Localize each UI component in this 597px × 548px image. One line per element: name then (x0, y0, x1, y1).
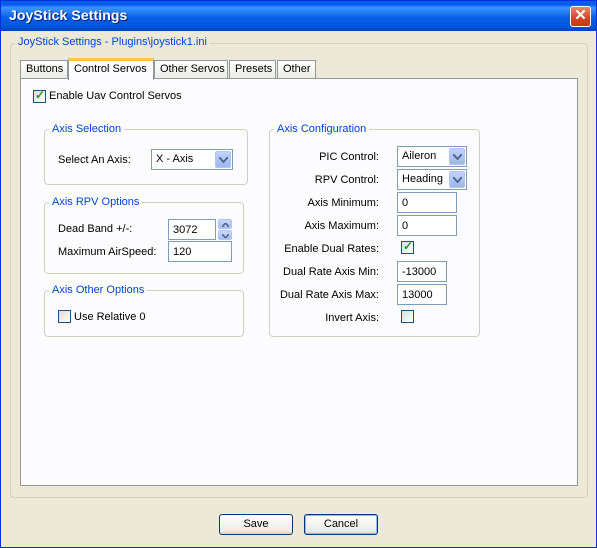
chevron-down-icon[interactable] (449, 148, 465, 165)
pic-control-label: PIC Control: (319, 151, 379, 163)
tab-presets[interactable]: Presets (229, 60, 276, 79)
select-axis-label: Select An Axis: (58, 154, 131, 166)
pic-control-dropdown[interactable]: Aileron (397, 146, 467, 167)
control-servos-page: ✓ Enable Uav Control Servos Axis Selecti… (20, 78, 578, 486)
close-button[interactable]: ✕ (570, 6, 591, 27)
chevron-up-icon[interactable] (218, 219, 232, 229)
deadband-label: Dead Band +/-: (58, 223, 133, 235)
dual-rate-min-label: Dual Rate Axis Min: (283, 266, 379, 278)
close-icon: ✕ (574, 7, 587, 24)
enable-uav-checkbox[interactable]: ✓ (33, 88, 46, 103)
rpv-control-dropdown[interactable]: Heading (397, 169, 467, 190)
window-title: JoyStick Settings (9, 7, 128, 23)
checkmark-icon: ✓ (35, 88, 46, 102)
axis-minimum-value: 0 (402, 197, 409, 209)
chevron-down-icon[interactable] (218, 230, 232, 240)
pic-control-value: Aileron (402, 150, 437, 162)
deadband-value: 3072 (173, 224, 198, 236)
axis-rpv-legend: Axis RPV Options (49, 196, 143, 208)
airspeed-label: Maximum AirSpeed: (58, 246, 157, 258)
checkmark-icon: ✓ (403, 239, 414, 253)
use-relative-label: Use Relative 0 (74, 311, 146, 323)
dual-rate-max-label: Dual Rate Axis Max: (279, 289, 379, 301)
title-bar[interactable]: JoyStick Settings ✕ (1, 1, 596, 31)
tab-other-servos[interactable]: Other Servos (154, 60, 228, 79)
settings-group-title: JoyStick Settings - Plugins\joystick1.in… (15, 36, 210, 48)
chevron-down-icon[interactable] (449, 171, 465, 188)
tab-control-servos[interactable]: Control Servos (68, 58, 154, 80)
enable-uav-label: Enable Uav Control Servos (49, 90, 182, 102)
select-axis-dropdown[interactable]: X - Axis (151, 149, 233, 170)
rpv-control-value: Heading (402, 173, 443, 185)
dual-rate-max-input[interactable]: 13000 (397, 284, 447, 305)
airspeed-value: 120 (173, 246, 192, 258)
airspeed-input[interactable]: 120 (168, 241, 232, 262)
axis-other-legend: Axis Other Options (49, 284, 148, 296)
cancel-button[interactable]: Cancel (304, 514, 378, 535)
deadband-spinner[interactable] (218, 219, 232, 240)
axis-maximum-input[interactable]: 0 (397, 215, 457, 236)
dual-rates-checkbox[interactable]: ✓ (401, 239, 414, 254)
cancel-button-label: Cancel (323, 518, 359, 530)
dual-rates-label: Enable Dual Rates: (284, 243, 379, 255)
axis-selection-legend: Axis Selection (49, 123, 125, 135)
save-button[interactable]: Save (219, 514, 293, 535)
dual-rate-min-value: -13000 (402, 266, 437, 278)
use-relative-checkbox[interactable] (58, 310, 71, 323)
select-axis-value: X - Axis (156, 153, 194, 165)
axis-minimum-label: Axis Minimum: (307, 197, 379, 209)
save-button-label: Save (243, 518, 269, 530)
dual-rate-max-value: 13000 (402, 289, 433, 301)
tab-buttons[interactable]: Buttons (20, 60, 68, 79)
joystick-settings-window: JoyStick Settings ✕ JoyStick Settings - … (0, 0, 597, 548)
axis-configuration-legend: Axis Configuration (274, 123, 370, 135)
axis-maximum-label: Axis Maximum: (304, 220, 379, 232)
rpv-control-label: RPV Control: (314, 174, 379, 186)
invert-axis-checkbox[interactable] (401, 310, 414, 323)
invert-axis-label: Invert Axis: (325, 312, 379, 324)
dual-rate-min-input[interactable]: -13000 (397, 261, 447, 282)
chevron-down-icon[interactable] (215, 151, 231, 168)
tab-other[interactable]: Other (277, 60, 316, 79)
axis-maximum-value: 0 (402, 220, 409, 232)
axis-minimum-input[interactable]: 0 (397, 192, 457, 213)
deadband-input[interactable]: 3072 (168, 219, 216, 240)
